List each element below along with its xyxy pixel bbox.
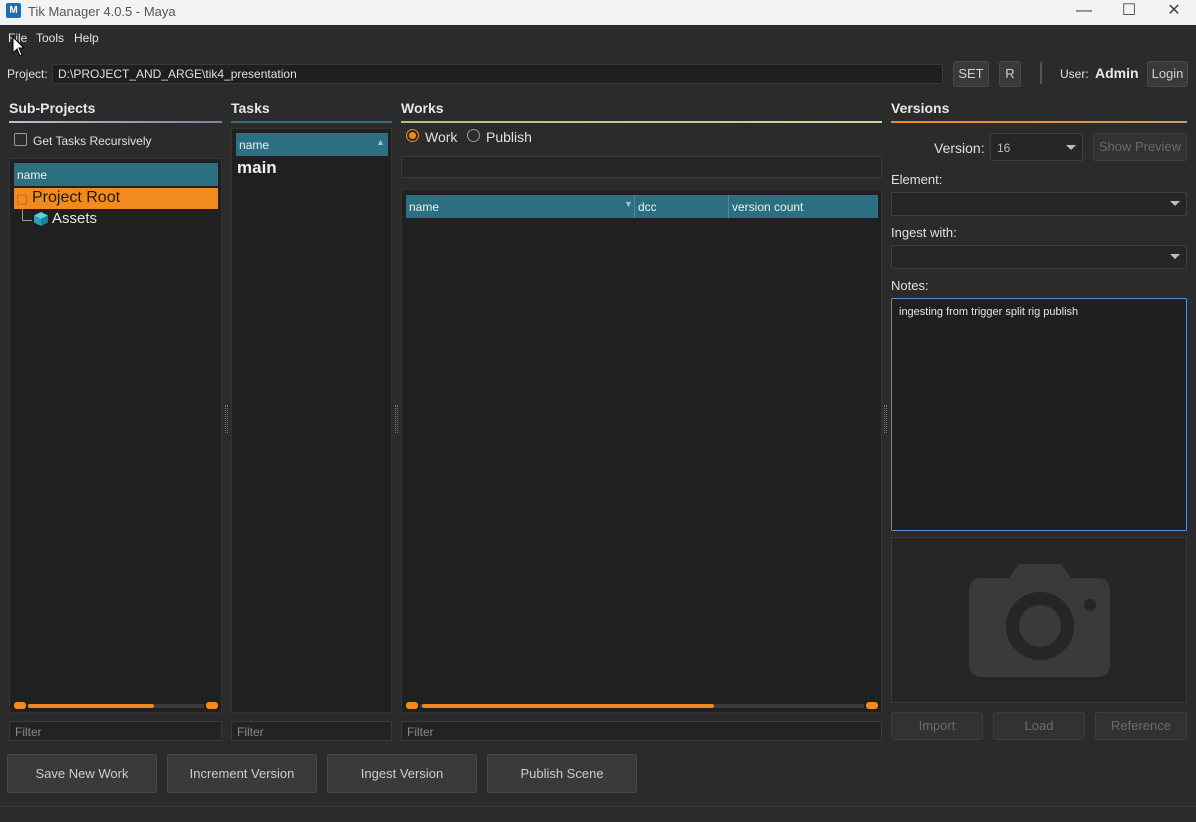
publish-scene-button[interactable]: Publish Scene [487, 754, 637, 793]
subprojects-underline [9, 121, 222, 123]
tasks-list[interactable]: name ▲ main [231, 128, 392, 713]
tree-item-label: Assets [52, 210, 98, 227]
show-preview-button[interactable]: Show Preview [1093, 133, 1187, 161]
reference-button[interactable]: Reference [1095, 712, 1187, 740]
notes-label: Notes: [891, 278, 929, 293]
notes-textarea[interactable]: ingesting from trigger split rig publish [891, 298, 1187, 531]
work-radio[interactable] [406, 129, 419, 142]
refresh-button[interactable]: R [999, 61, 1021, 87]
menu-help[interactable]: Help [74, 31, 99, 45]
publish-radio[interactable] [467, 129, 480, 142]
works-hscrollbar[interactable] [406, 702, 878, 709]
load-button[interactable]: Load [993, 712, 1085, 740]
toolbar-divider [1040, 62, 1042, 84]
ingest-version-button[interactable]: Ingest Version [327, 754, 477, 793]
works-title: Works [401, 100, 444, 116]
increment-version-button[interactable]: Increment Version [167, 754, 317, 793]
tasks-filter-input[interactable]: Filter [231, 721, 392, 741]
cube-icon [34, 212, 48, 226]
close-button[interactable]: ✕ [1151, 0, 1196, 25]
version-label: Version: [934, 140, 985, 156]
element-dropdown[interactable] [891, 192, 1187, 216]
ingest-with-label: Ingest with: [891, 225, 957, 240]
tasks-underline [231, 121, 392, 123]
chevron-down-icon [1066, 145, 1076, 150]
minimize-button[interactable]: — [1061, 0, 1107, 25]
get-tasks-recursively-checkbox[interactable] [14, 133, 27, 146]
project-row: Project: D:\PROJECT_AND_ARGE\tik4_presen… [0, 60, 1196, 88]
camera-icon [969, 564, 1110, 677]
subprojects-hscrollbar[interactable] [14, 702, 218, 709]
menu-tools[interactable]: Tools [36, 31, 64, 45]
subprojects-tree[interactable]: name ▢ Project Root Assets [9, 158, 222, 713]
login-button[interactable]: Login [1147, 61, 1188, 87]
column-version-count[interactable]: version count [732, 200, 803, 214]
thumbnail-preview [891, 537, 1187, 703]
tasks-column-header[interactable]: name ▲ [236, 133, 388, 156]
subprojects-column-header[interactable]: name [14, 163, 218, 186]
column-name[interactable]: name [409, 200, 439, 214]
works-search-field[interactable] [401, 156, 882, 178]
works-table-header: name ▼ dcc version count [406, 195, 878, 218]
element-label: Element: [891, 172, 943, 187]
column-dcc[interactable]: dcc [638, 200, 657, 214]
maximize-button[interactable]: ☐ [1106, 0, 1152, 25]
user-label: User: [1060, 67, 1089, 81]
project-path-field[interactable]: D:\PROJECT_AND_ARGE\tik4_presentation [52, 64, 943, 84]
publish-radio-label: Publish [486, 129, 532, 145]
scroll-right-icon[interactable] [866, 702, 878, 709]
task-item-main[interactable]: main [237, 158, 277, 178]
sort-indicator-icon: ▲ [376, 137, 385, 147]
tasks-title: Tasks [231, 100, 270, 116]
get-tasks-recursively-label: Get Tasks Recursively [33, 134, 152, 148]
status-bar-divider [0, 806, 1196, 807]
ingest-with-dropdown[interactable] [891, 245, 1187, 269]
works-underline [401, 121, 882, 123]
works-table[interactable]: name ▼ dcc version count [401, 189, 882, 713]
scroll-thumb[interactable] [422, 704, 714, 708]
mouse-cursor-icon [12, 36, 26, 57]
scroll-left-icon[interactable] [406, 702, 418, 709]
maya-app-icon: M [6, 3, 21, 18]
splitter-handle[interactable] [395, 405, 398, 433]
scroll-left-icon[interactable] [14, 702, 26, 709]
splitter-handle[interactable] [884, 405, 887, 433]
scroll-thumb[interactable] [28, 704, 154, 708]
tree-item-project-root[interactable]: ▢ Project Root [14, 188, 218, 209]
version-dropdown[interactable]: 16 [990, 133, 1083, 161]
user-name: Admin [1095, 65, 1139, 81]
title-bar: M Tik Manager 4.0.5 - Maya — ☐ ✕ [0, 0, 1196, 25]
folder-icon: ▢ [16, 191, 29, 206]
set-project-button[interactable]: SET [953, 61, 989, 87]
works-filter-input[interactable]: Filter [401, 721, 882, 741]
versions-underline [891, 121, 1187, 123]
splitter-handle[interactable] [225, 405, 228, 433]
tree-item-assets[interactable]: Assets [32, 210, 218, 230]
subprojects-title: Sub-Projects [9, 100, 96, 116]
tree-item-label: Project Root [32, 189, 121, 206]
project-label: Project: [7, 67, 48, 81]
work-radio-label: Work [425, 129, 458, 145]
chevron-down-icon [1170, 254, 1180, 259]
sort-indicator-icon: ▼ [624, 199, 633, 209]
scroll-right-icon[interactable] [206, 702, 218, 709]
subprojects-filter-input[interactable]: Filter [9, 721, 222, 741]
menu-bar: File Tools Help [0, 27, 300, 49]
import-button[interactable]: Import [891, 712, 983, 740]
versions-title: Versions [891, 100, 950, 116]
tree-branch-line [22, 220, 32, 221]
chevron-down-icon [1170, 201, 1180, 206]
window-title: Tik Manager 4.0.5 - Maya [28, 4, 176, 19]
save-new-work-button[interactable]: Save New Work [7, 754, 157, 793]
